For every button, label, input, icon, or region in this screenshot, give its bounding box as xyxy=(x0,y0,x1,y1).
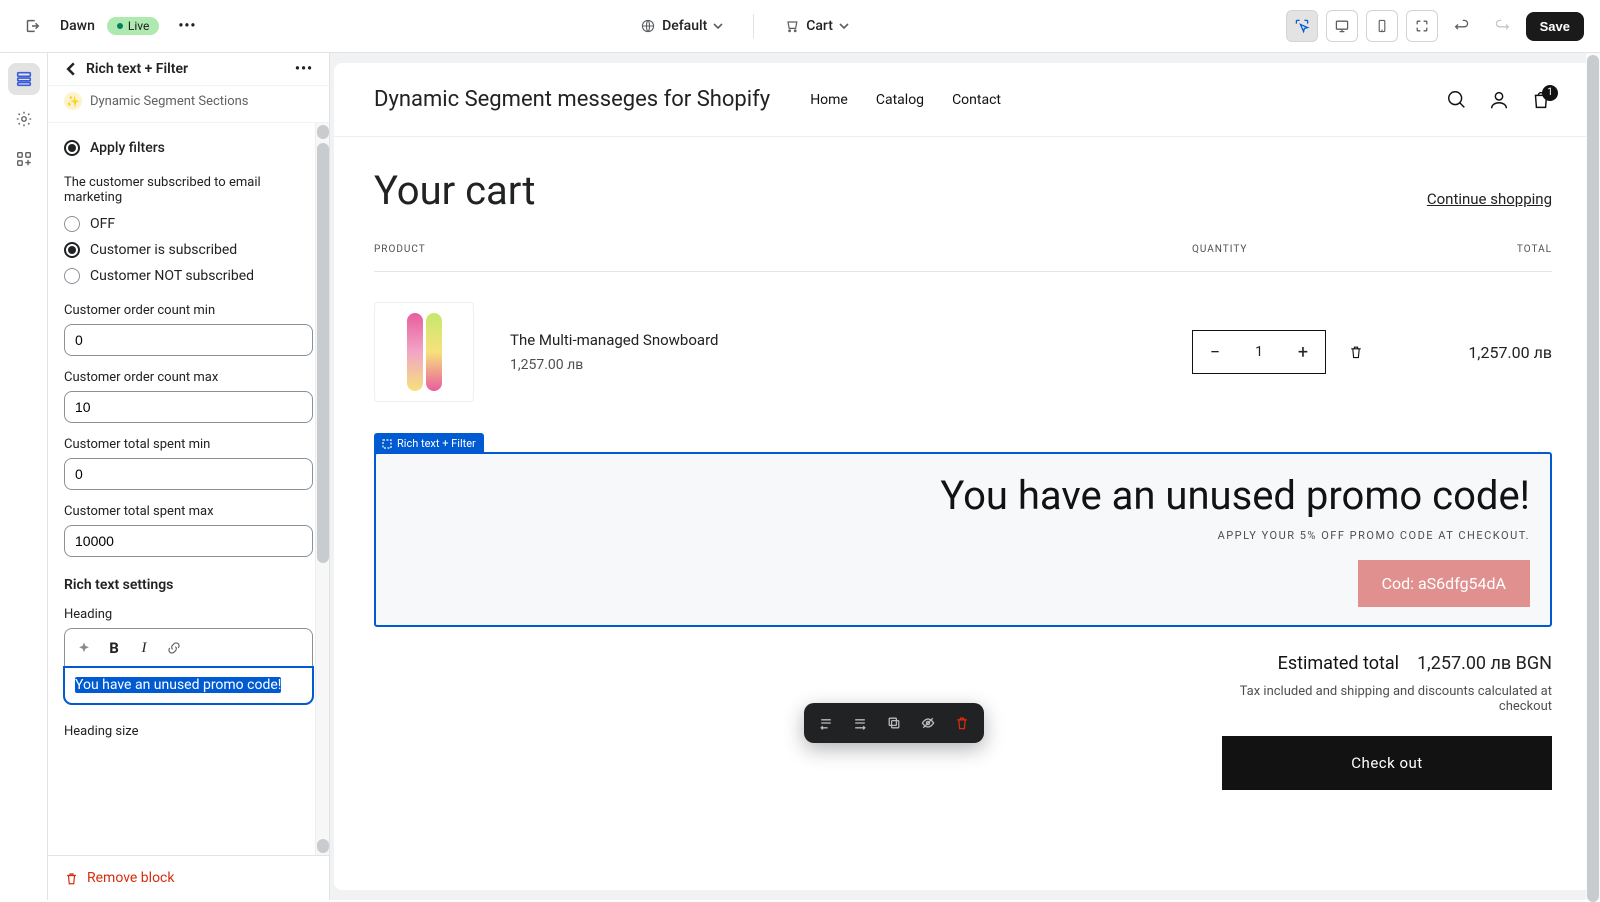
back-icon[interactable] xyxy=(64,62,78,76)
account-icon[interactable] xyxy=(1488,89,1510,111)
subscribe-group-label: The customer subscribed to email marketi… xyxy=(64,175,313,205)
sidebar-scrollbar[interactable] xyxy=(315,123,329,855)
page-selector[interactable]: Cart xyxy=(774,12,859,40)
rte-italic-icon[interactable]: I xyxy=(131,635,157,661)
product-name[interactable]: The Multi-managed Snowboard xyxy=(510,331,1192,349)
redo-icon[interactable] xyxy=(1486,10,1518,42)
segment-rich-text-block[interactable]: Rich text + Filter You have an unused pr… xyxy=(374,452,1552,627)
fullscreen-icon[interactable] xyxy=(1406,10,1438,42)
app-section-label: ✨ Dynamic Segment Sections xyxy=(48,86,329,123)
rte-section-title: Rich text settings xyxy=(64,577,313,593)
save-button[interactable]: Save xyxy=(1526,12,1584,41)
sections-icon[interactable] xyxy=(8,63,40,95)
undo-icon[interactable] xyxy=(1446,10,1478,42)
rte-toolbar: B I xyxy=(64,628,313,667)
est-total-value: 1,257.00 лв BGN xyxy=(1417,653,1552,674)
duplicate-icon[interactable] xyxy=(884,713,904,733)
mobile-icon[interactable] xyxy=(1366,10,1398,42)
subscribe-yes-option[interactable]: Customer is subscribed xyxy=(64,237,313,263)
trash-icon xyxy=(64,871,79,886)
cart-item-row: The Multi-managed Snowboard 1,257.00 лв … xyxy=(374,272,1552,452)
nav-rail xyxy=(0,53,48,900)
nav-catalog[interactable]: Catalog xyxy=(876,92,924,108)
globe-icon xyxy=(640,18,656,34)
apply-filters-option[interactable]: Apply filters xyxy=(64,135,313,161)
rte-bold-icon[interactable]: B xyxy=(101,635,127,661)
topbar: Dawn Live ••• Default Cart xyxy=(0,0,1600,53)
rte-ai-icon[interactable] xyxy=(71,635,97,661)
inspector-icon[interactable] xyxy=(1286,10,1318,42)
qty-value[interactable]: 1 xyxy=(1237,344,1281,360)
nav-home[interactable]: Home xyxy=(810,92,848,108)
remove-item-button[interactable] xyxy=(1348,344,1364,360)
order-min-label: Customer order count min xyxy=(64,303,313,318)
remove-block-button[interactable]: Remove block xyxy=(64,870,313,886)
cart-icon xyxy=(784,18,800,34)
preview-frame: Dynamic Segment messeges for Shopify Hom… xyxy=(334,63,1592,890)
heading-label: Heading xyxy=(64,607,313,622)
subscribe-off-option[interactable]: OFF xyxy=(64,211,313,237)
segment-code: Cod: aS6dfg54dA xyxy=(1358,560,1530,607)
rte-link-icon[interactable] xyxy=(161,635,187,661)
store-brand: Dynamic Segment messeges for Shopify xyxy=(374,87,770,112)
cart-bag-icon[interactable]: 1 xyxy=(1530,89,1552,111)
store-nav: Home Catalog Contact xyxy=(810,92,1001,108)
heading-size-label: Heading size xyxy=(64,724,313,739)
block-tag: Rich text + Filter xyxy=(374,433,484,454)
line-total: 1,257.00 лв xyxy=(1412,343,1552,362)
move-down-icon[interactable] xyxy=(850,713,870,733)
cart-count-badge: 1 xyxy=(1542,85,1558,101)
heading-input[interactable]: You have an unused promo code! xyxy=(64,667,313,704)
spent-max-label: Customer total spent max xyxy=(64,504,313,519)
panel-more-icon[interactable]: ••• xyxy=(295,61,313,77)
apps-icon[interactable] xyxy=(8,143,40,175)
est-total-label: Estimated total xyxy=(1278,653,1399,674)
panel-title: Rich text + Filter xyxy=(86,61,287,77)
context-selector[interactable]: Default xyxy=(630,12,733,40)
move-up-icon[interactable] xyxy=(816,713,836,733)
order-min-input[interactable] xyxy=(64,324,313,356)
product-price: 1,257.00 лв xyxy=(510,357,1192,373)
settings-icon[interactable] xyxy=(8,103,40,135)
exit-icon[interactable] xyxy=(16,10,48,42)
continue-shopping-link[interactable]: Continue shopping xyxy=(1427,190,1552,208)
cart-columns: PRODUCT QUANTITY TOTAL xyxy=(374,244,1552,272)
live-badge: Live xyxy=(107,17,159,35)
store-header: Dynamic Segment messeges for Shopify Hom… xyxy=(334,63,1592,137)
order-max-label: Customer order count max xyxy=(64,370,313,385)
spent-min-label: Customer total spent min xyxy=(64,437,313,452)
qty-plus-button[interactable]: + xyxy=(1281,331,1325,373)
segment-heading: You have an unused promo code! xyxy=(396,472,1530,519)
quantity-stepper: − 1 + xyxy=(1192,330,1326,374)
theme-name: Dawn xyxy=(60,18,95,34)
search-icon[interactable] xyxy=(1446,89,1468,111)
checkout-button[interactable]: Check out xyxy=(1222,736,1552,790)
hide-icon[interactable] xyxy=(918,713,938,733)
page-title: Your cart xyxy=(374,167,535,214)
chevron-down-icon xyxy=(839,21,849,31)
qty-minus-button[interactable]: − xyxy=(1193,331,1237,373)
subscribe-no-option[interactable]: Customer NOT subscribed xyxy=(64,263,313,289)
nav-contact[interactable]: Contact xyxy=(952,92,1001,108)
chevron-down-icon xyxy=(713,21,723,31)
tax-note: Tax included and shipping and discounts … xyxy=(1222,684,1552,714)
spent-min-input[interactable] xyxy=(64,458,313,490)
desktop-icon[interactable] xyxy=(1326,10,1358,42)
preview-area: Dynamic Segment messeges for Shopify Hom… xyxy=(330,53,1600,900)
more-icon[interactable]: ••• xyxy=(171,10,203,42)
block-toolbar xyxy=(804,703,984,743)
delete-block-icon[interactable] xyxy=(952,713,972,733)
product-image[interactable] xyxy=(374,302,474,402)
preview-scrollbar[interactable] xyxy=(1586,53,1600,900)
order-max-input[interactable] xyxy=(64,391,313,423)
spent-max-input[interactable] xyxy=(64,525,313,557)
settings-panel: Rich text + Filter ••• ✨ Dynamic Segment… xyxy=(48,53,330,900)
segment-subtext: APPLY YOUR 5% OFF PROMO CODE AT CHECKOUT… xyxy=(396,529,1530,542)
